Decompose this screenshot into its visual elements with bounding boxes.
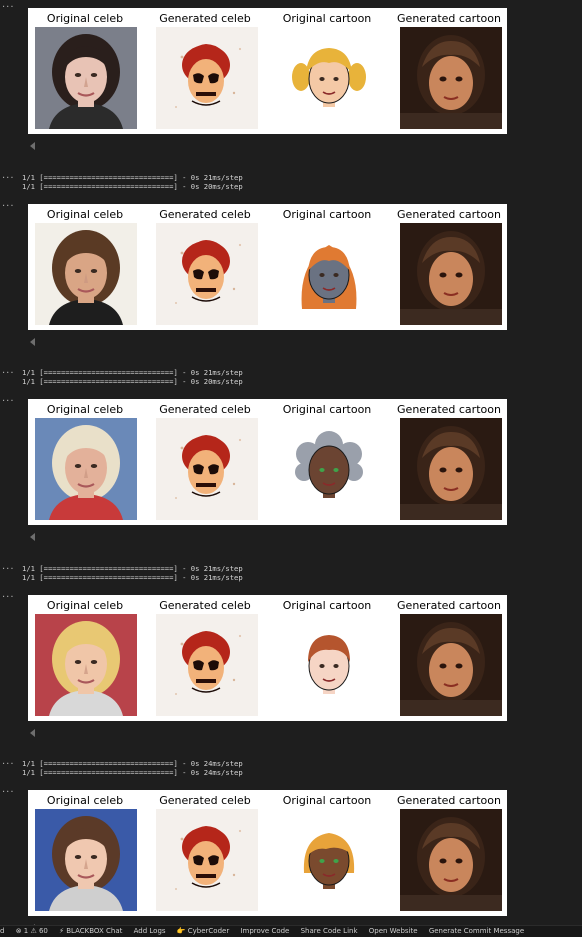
cell-log: 1/1 [==============================] - 0… bbox=[22, 564, 243, 582]
output-more-icon[interactable]: ... bbox=[2, 757, 15, 767]
log-line: 1/1 [==============================] - 0… bbox=[22, 768, 243, 777]
original-cartoon-image bbox=[278, 809, 380, 911]
figure-column-title: Generated cartoon bbox=[397, 403, 501, 416]
status-problems[interactable]: ⊗ 1 ⚠ 60 bbox=[16, 926, 48, 937]
output-figure: Original celeb Generated celeb Original ca… bbox=[28, 399, 507, 525]
generated-cartoon-image bbox=[400, 614, 502, 716]
status-mode[interactable]: d bbox=[0, 926, 4, 937]
generated-celeb-image bbox=[156, 27, 258, 129]
original-celeb-image bbox=[35, 27, 137, 129]
status-cybercoder[interactable]: 👉 CyberCoder bbox=[177, 926, 229, 937]
original-celeb-image bbox=[35, 809, 137, 911]
status-bar: d ⊗ 1 ⚠ 60 ⚡ BLACKBOX Chat Add Logs 👉 Cy… bbox=[0, 925, 582, 937]
generated-celeb-image bbox=[156, 809, 258, 911]
log-line: 1/1 [==============================] - 0… bbox=[22, 182, 243, 191]
cell-log: 1/1 [==============================] - 0… bbox=[22, 368, 243, 386]
generated-cartoon-image bbox=[400, 27, 502, 129]
figure-column-title: Original cartoon bbox=[282, 794, 372, 807]
original-celeb-image bbox=[35, 418, 137, 520]
log-line: 1/1 [==============================] - 0… bbox=[22, 573, 243, 582]
output-more-icon[interactable]: ... bbox=[2, 562, 15, 572]
output-more-icon[interactable]: ... bbox=[2, 199, 15, 209]
generated-celeb-image bbox=[156, 223, 258, 325]
scroll-left-icon[interactable] bbox=[30, 338, 35, 346]
log-line: 1/1 [==============================] - 0… bbox=[22, 759, 243, 768]
figure-column-title: Original celeb bbox=[46, 794, 124, 807]
status-blackbox-chat[interactable]: ⚡ BLACKBOX Chat bbox=[59, 926, 122, 937]
figure-column-title: Generated celeb bbox=[159, 208, 251, 221]
output-figure: Original celeb Generated celeb Original ca… bbox=[28, 8, 507, 134]
cell-log: 1/1 [==============================] - 0… bbox=[22, 759, 243, 777]
status-add-logs[interactable]: Add Logs bbox=[134, 926, 166, 937]
output-more-icon[interactable]: ... bbox=[2, 394, 15, 404]
figure-column-title: Generated cartoon bbox=[397, 599, 501, 612]
figure-column-title: Generated celeb bbox=[159, 12, 251, 25]
figure-column-title: Generated celeb bbox=[159, 794, 251, 807]
figure-column-title: Original cartoon bbox=[282, 12, 372, 25]
log-line: 1/1 [==============================] - 0… bbox=[22, 173, 243, 182]
scroll-left-icon[interactable] bbox=[30, 533, 35, 541]
generated-celeb-image bbox=[156, 418, 258, 520]
generated-cartoon-image bbox=[400, 418, 502, 520]
log-line: 1/1 [==============================] - 0… bbox=[22, 564, 243, 573]
log-line: 1/1 [==============================] - 0… bbox=[22, 368, 243, 377]
status-share-code-link[interactable]: Share Code Link bbox=[301, 926, 358, 937]
generated-cartoon-image bbox=[400, 809, 502, 911]
log-line: 1/1 [==============================] - 0… bbox=[22, 377, 243, 386]
figure-column-title: Original cartoon bbox=[282, 599, 372, 612]
original-cartoon-image bbox=[278, 614, 380, 716]
figure-column-title: Generated cartoon bbox=[397, 12, 501, 25]
original-celeb-image bbox=[35, 223, 137, 325]
figure-column-title: Original cartoon bbox=[282, 403, 372, 416]
generated-cartoon-image bbox=[400, 223, 502, 325]
generated-celeb-image bbox=[156, 614, 258, 716]
figure-column-title: Generated celeb bbox=[159, 599, 251, 612]
output-figure: Original celeb Generated celeb Original ca… bbox=[28, 204, 507, 330]
figure-column-title: Original celeb bbox=[46, 599, 124, 612]
figure-column-title: Generated cartoon bbox=[397, 208, 501, 221]
status-generate-commit-message[interactable]: Generate Commit Message bbox=[429, 926, 524, 937]
output-more-icon[interactable]: ... bbox=[2, 366, 15, 376]
status-open-website[interactable]: Open Website bbox=[369, 926, 418, 937]
scroll-left-icon[interactable] bbox=[30, 729, 35, 737]
figure-column-title: Original celeb bbox=[46, 403, 124, 416]
output-figure: Original celeb Generated celeb Original ca… bbox=[28, 790, 507, 916]
figure-column-title: Original celeb bbox=[46, 12, 124, 25]
status-improve-code[interactable]: Improve Code bbox=[240, 926, 289, 937]
figure-column-title: Original celeb bbox=[46, 208, 124, 221]
original-cartoon-image bbox=[278, 223, 380, 325]
original-cartoon-image bbox=[278, 418, 380, 520]
cell-log: 1/1 [==============================] - 0… bbox=[22, 173, 243, 191]
output-figure: Original celeb Generated celeb Original ca… bbox=[28, 595, 507, 721]
original-celeb-image bbox=[35, 614, 137, 716]
figure-column-title: Generated celeb bbox=[159, 403, 251, 416]
original-cartoon-image bbox=[278, 27, 380, 129]
scroll-left-icon[interactable] bbox=[30, 142, 35, 150]
output-more-icon[interactable]: ... bbox=[2, 785, 15, 795]
figure-column-title: Generated cartoon bbox=[397, 794, 501, 807]
output-more-icon[interactable]: ... bbox=[2, 0, 15, 10]
figure-column-title: Original cartoon bbox=[282, 208, 372, 221]
output-more-icon[interactable]: ... bbox=[2, 171, 15, 181]
output-more-icon[interactable]: ... bbox=[2, 590, 15, 600]
